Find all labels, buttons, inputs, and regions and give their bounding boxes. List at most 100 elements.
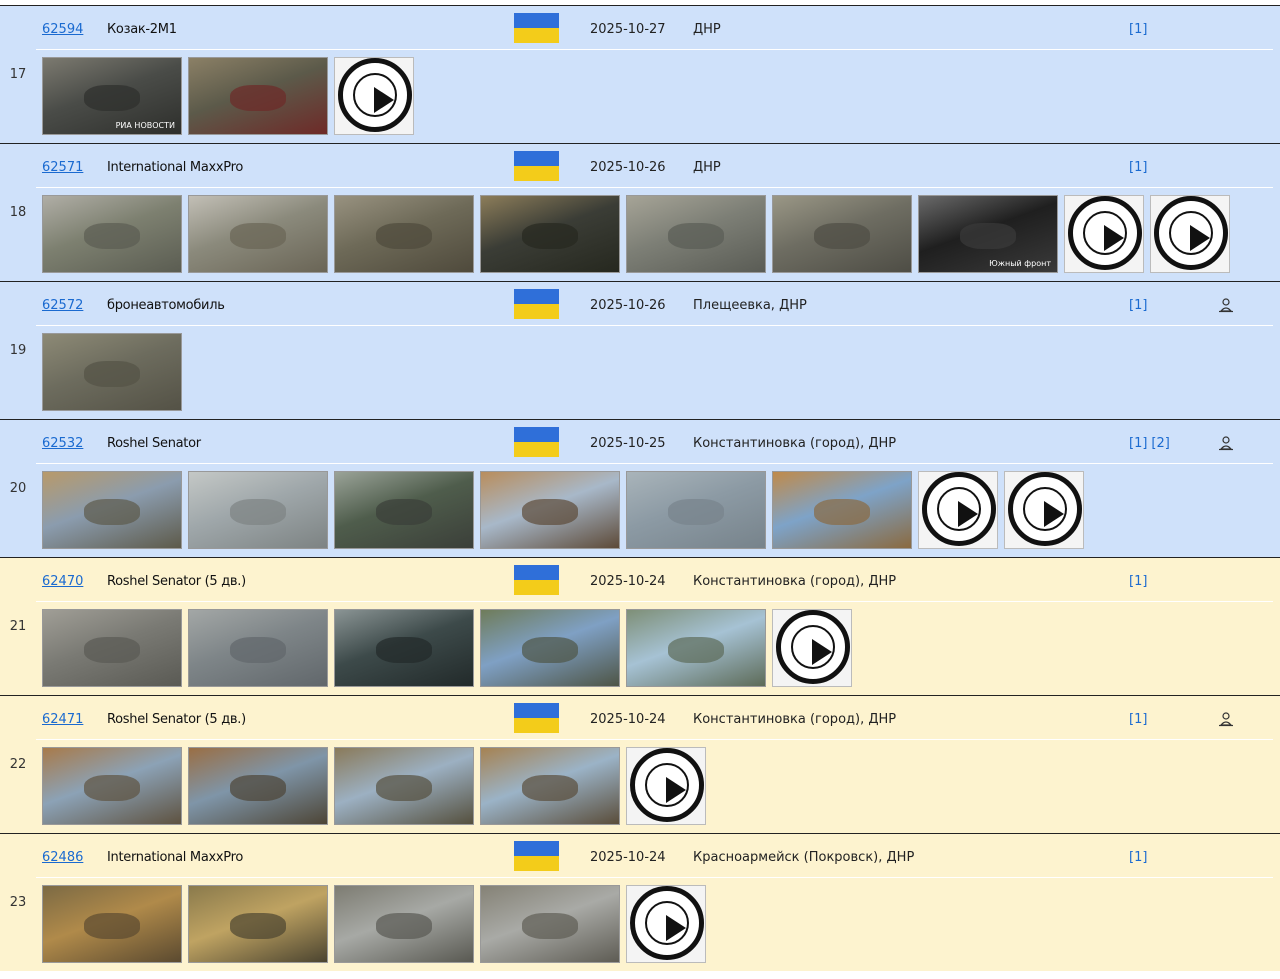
video-thumbnail[interactable]: [1064, 195, 1144, 273]
photo-thumbnail[interactable]: [42, 747, 182, 825]
photo-thumbnail[interactable]: [480, 195, 620, 273]
row-info: 62532 Roshel Senator 2025-10-25 Константино…: [36, 420, 1273, 464]
video-thumbnail[interactable]: [918, 471, 998, 549]
entry-date: 2025-10-26: [590, 298, 666, 313]
photo-thumbnail[interactable]: РИА НОВОСТИ: [42, 57, 182, 135]
entry-id-link[interactable]: 62471: [42, 712, 83, 727]
vehicle-name: бронеавтомобиль: [107, 298, 225, 313]
play-icon: [666, 915, 686, 941]
photo-detail: [84, 912, 140, 940]
video-thumbnail[interactable]: [772, 609, 852, 687]
vehicle-name: Козак-2М1: [107, 22, 177, 37]
photo-thumbnail[interactable]: [42, 609, 182, 687]
photo-thumbnail[interactable]: [772, 195, 912, 273]
video-thumbnail[interactable]: [626, 747, 706, 825]
play-icon: [958, 501, 978, 527]
play-icon: [1044, 501, 1064, 527]
photo-thumbnail[interactable]: [188, 471, 328, 549]
source-link[interactable]: [1]: [1129, 22, 1147, 37]
photo-thumbnail[interactable]: [188, 885, 328, 963]
photo-detail: [522, 222, 578, 250]
photo-thumbnail[interactable]: [42, 195, 182, 273]
source-links: [1] [2]: [1129, 436, 1174, 451]
photo-detail: [84, 774, 140, 802]
video-badge-ring: [630, 886, 704, 960]
photo-thumbnail[interactable]: [480, 885, 620, 963]
photo-thumbnail[interactable]: [334, 747, 474, 825]
photo-thumbnail[interactable]: [626, 471, 766, 549]
source-link[interactable]: [1]: [1129, 850, 1147, 865]
map-pin-person-icon[interactable]: [1218, 297, 1234, 313]
photo-thumbnail[interactable]: [334, 609, 474, 687]
photo-thumbnail[interactable]: [480, 609, 620, 687]
source-links: [1]: [1129, 574, 1151, 589]
ukraine-flag-icon: [514, 565, 559, 595]
photo-thumbnail[interactable]: [334, 471, 474, 549]
row-info: 62594 Козак-2М1 2025-10-27 ДНР [1]: [36, 6, 1273, 50]
photo-thumbnail[interactable]: [772, 471, 912, 549]
photo-thumbnail[interactable]: [188, 609, 328, 687]
entry-location: Константиновка (город), ДНР: [693, 436, 897, 451]
flag-yellow-stripe: [514, 304, 559, 319]
photo-thumbnail[interactable]: [42, 333, 182, 411]
photo-thumbnail[interactable]: [626, 195, 766, 273]
source-link[interactable]: [1]: [1129, 436, 1147, 451]
map-pin-person-icon[interactable]: [1218, 711, 1234, 727]
photo-detail: [230, 774, 286, 802]
source-link[interactable]: [2]: [1151, 436, 1169, 451]
row-info: 62572 бронеавтомобиль 2025-10-26 Плещеевка,…: [36, 282, 1273, 326]
photo-detail: [522, 912, 578, 940]
photo-thumbnail[interactable]: [334, 885, 474, 963]
source-link[interactable]: [1]: [1129, 574, 1147, 589]
entry-id-link[interactable]: 62532: [42, 436, 83, 451]
flag-blue-stripe: [514, 151, 559, 166]
photo-detail: [84, 84, 140, 112]
photo-caption: Южный фронт: [989, 259, 1051, 268]
play-icon: [374, 87, 394, 113]
source-link[interactable]: [1]: [1129, 160, 1147, 175]
vehicle-name: International MaxxPro: [107, 160, 243, 175]
photo-thumbnail[interactable]: [188, 747, 328, 825]
entry-date: 2025-10-24: [590, 850, 666, 865]
video-thumbnail[interactable]: [1150, 195, 1230, 273]
entry-id-link[interactable]: 62486: [42, 850, 83, 865]
play-icon: [1190, 225, 1210, 251]
table-row: 20 62532 Roshel Senator 2025-10-25 Константи…: [0, 419, 1280, 557]
photo-thumbnail[interactable]: [42, 471, 182, 549]
source-link[interactable]: [1]: [1129, 298, 1147, 313]
video-badge-ring: [338, 58, 412, 132]
source-links: [1]: [1129, 22, 1151, 37]
entry-id-link[interactable]: 62594: [42, 22, 83, 37]
row-number: 21: [9, 619, 27, 634]
photo-thumbnail[interactable]: [480, 747, 620, 825]
photo-detail: [84, 222, 140, 250]
photo-thumbnail[interactable]: Южный фронт: [918, 195, 1058, 273]
entry-id-link[interactable]: 62470: [42, 574, 83, 589]
video-thumbnail[interactable]: [334, 57, 414, 135]
entry-date: 2025-10-26: [590, 160, 666, 175]
photo-detail: [376, 774, 432, 802]
photo-detail: [668, 222, 724, 250]
ukraine-flag-icon: [514, 427, 559, 457]
video-thumbnail[interactable]: [626, 885, 706, 963]
photo-thumbnail[interactable]: [188, 57, 328, 135]
photo-thumbnail[interactable]: [480, 471, 620, 549]
photo-detail: [230, 84, 286, 112]
flag-yellow-stripe: [514, 580, 559, 595]
row-info: 62486 International MaxxPro 2025-10-24 Крас…: [36, 834, 1273, 878]
entry-id-link[interactable]: 62572: [42, 298, 83, 313]
row-number: 19: [9, 343, 27, 358]
video-thumbnail[interactable]: [1004, 471, 1084, 549]
source-link[interactable]: [1]: [1129, 712, 1147, 727]
photo-thumbnail[interactable]: [626, 609, 766, 687]
photo-caption: РИА НОВОСТИ: [115, 121, 175, 130]
map-pin-person-icon[interactable]: [1218, 435, 1234, 451]
photo-thumbnail[interactable]: [42, 885, 182, 963]
entry-id-link[interactable]: 62571: [42, 160, 83, 175]
row-number: 20: [9, 481, 27, 496]
photo-detail: [376, 912, 432, 940]
video-badge-ring: [1154, 196, 1228, 270]
photo-thumbnail[interactable]: [188, 195, 328, 273]
flag-blue-stripe: [514, 289, 559, 304]
photo-thumbnail[interactable]: [334, 195, 474, 273]
